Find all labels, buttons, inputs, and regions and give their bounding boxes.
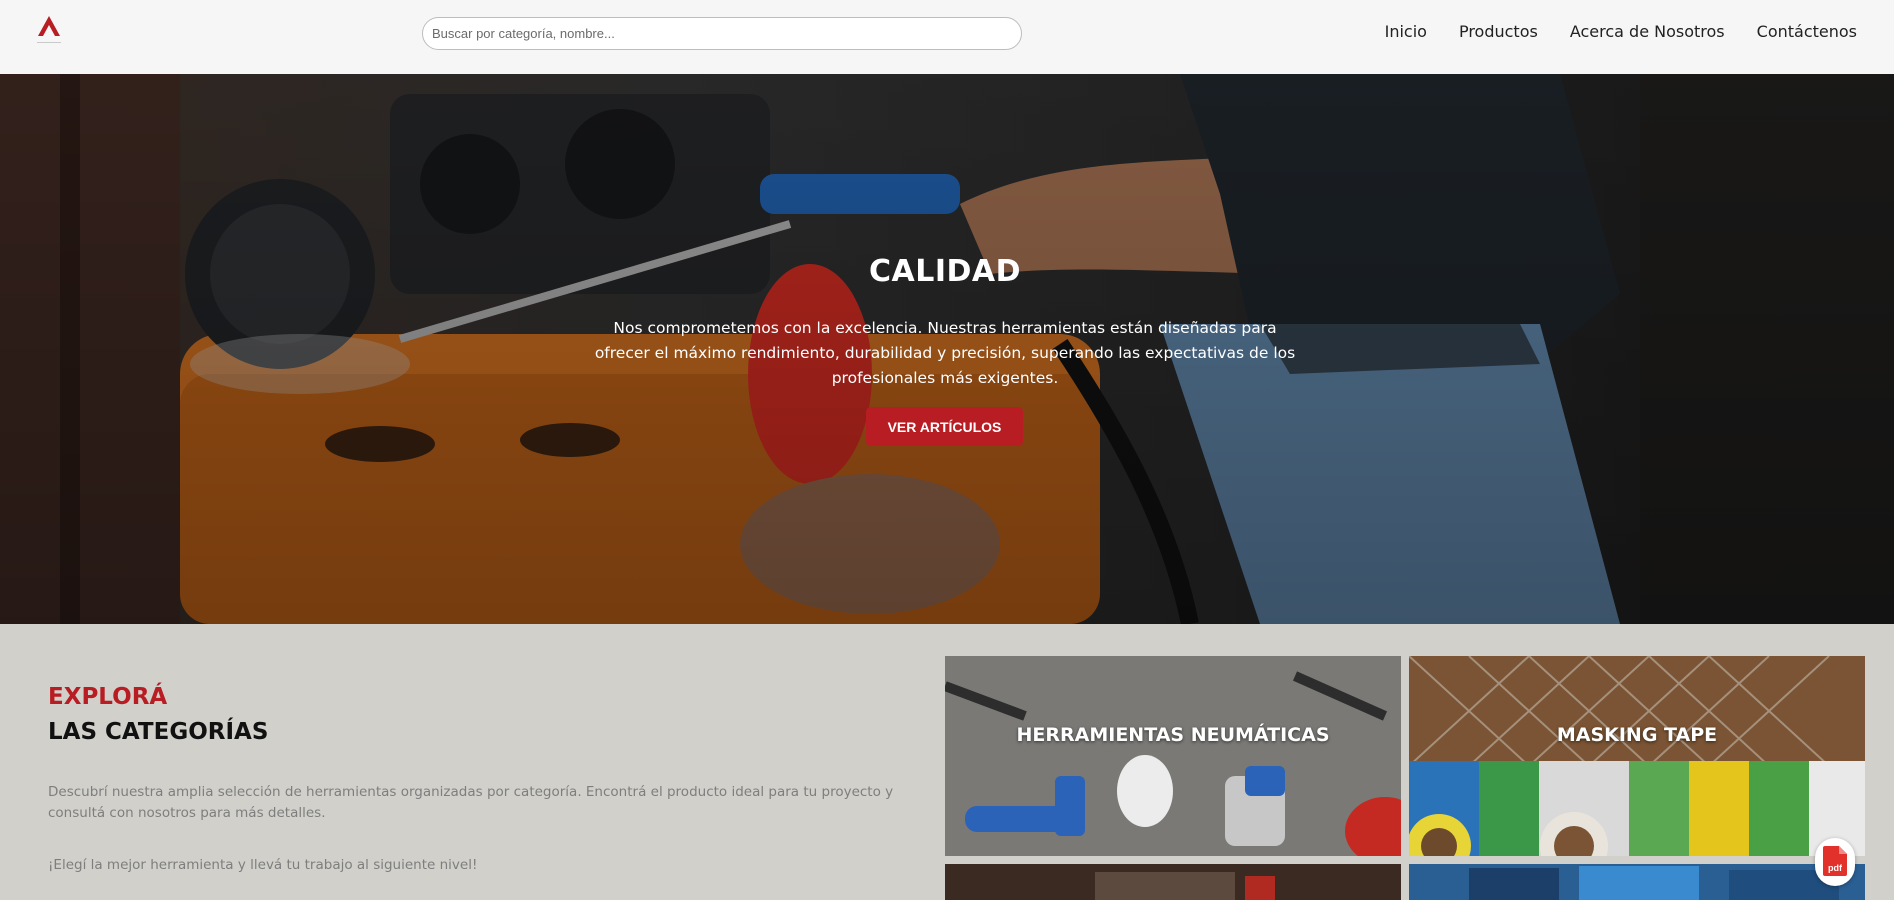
categories-cta: ¡Elegí la mejor herramienta y llevá tu t… bbox=[48, 857, 478, 873]
hero-title: CALIDAD bbox=[868, 254, 1022, 289]
nav-inicio[interactable]: Inicio bbox=[1385, 22, 1427, 41]
category-tile-herramientas-neumaticas[interactable]: HERRAMIENTAS NEUMÁTICAS bbox=[945, 656, 1401, 856]
category-image bbox=[945, 864, 1401, 900]
nav-contactenos[interactable]: Contáctenos bbox=[1757, 22, 1857, 41]
category-tile-masking-tape[interactable]: MASKING TAPE bbox=[1409, 656, 1865, 856]
categories-title: LAS CATEGORÍAS bbox=[48, 719, 269, 745]
hero-banner: CALIDAD Nos comprometemos con la excelen… bbox=[0, 74, 1894, 624]
categories-kicker: EXPLORÁ bbox=[48, 684, 168, 710]
category-tile-3[interactable] bbox=[945, 864, 1401, 900]
pdf-download-button[interactable]: pdf bbox=[1815, 838, 1855, 886]
pdf-label: pdf bbox=[1828, 863, 1842, 873]
category-label: MASKING TAPE bbox=[1556, 724, 1718, 746]
category-image bbox=[945, 656, 1401, 856]
categories-description: Descubrí nuestra amplia selección de her… bbox=[48, 784, 894, 821]
brand-logo-icon[interactable] bbox=[35, 14, 63, 48]
category-image bbox=[1409, 864, 1865, 900]
ver-articulos-button[interactable]: VER ARTÍCULOS bbox=[866, 407, 1023, 446]
main-nav: Inicio Productos Acerca de Nosotros Cont… bbox=[1385, 22, 1857, 41]
nav-productos[interactable]: Productos bbox=[1459, 22, 1538, 41]
category-image bbox=[1409, 656, 1865, 856]
search-input[interactable] bbox=[422, 17, 1022, 50]
category-label: HERRAMIENTAS NEUMÁTICAS bbox=[1016, 724, 1330, 746]
site-header: Inicio Productos Acerca de Nosotros Cont… bbox=[0, 0, 1894, 74]
hero-description: Nos comprometemos con la excelencia. Nue… bbox=[594, 319, 1296, 387]
nav-acerca-de-nosotros[interactable]: Acerca de Nosotros bbox=[1570, 22, 1725, 41]
category-tile-4[interactable] bbox=[1409, 864, 1865, 900]
